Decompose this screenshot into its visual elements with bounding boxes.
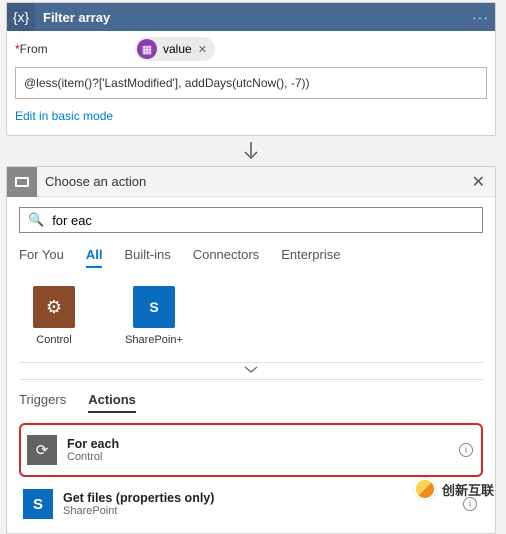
filter-array-card: {x} Filter array ··· *From ▦ value ✕ @le… [6,2,496,136]
filter-header[interactable]: {x} Filter array ··· [7,3,495,31]
tab-builtins[interactable]: Built-ins [124,247,170,268]
tab-enterprise[interactable]: Enterprise [281,247,340,268]
tab-actions[interactable]: Actions [88,392,136,413]
search-input[interactable] [52,213,474,228]
from-label: *From [15,42,135,56]
watermark-brand: 创新互联 [414,478,494,500]
sub-tabs: Triggers Actions [19,392,483,413]
action-card-icon [7,167,37,197]
filter-icon: {x} [7,3,35,31]
tab-connectors[interactable]: Connectors [193,247,259,268]
for-each-icon: ⟳ [27,435,57,465]
search-input-wrapper[interactable]: 🔍 [19,207,483,233]
chip-remove-icon[interactable]: ✕ [198,43,207,56]
connector-row: ⚙ Control S SharePoin+ [19,286,483,346]
connector-sharepoint[interactable]: S SharePoin+ [119,286,189,346]
sharepoint-action-icon: S [23,489,53,519]
control-connector-icon: ⚙ [33,286,75,328]
from-value-chip[interactable]: ▦ value ✕ [135,37,215,61]
connector-control[interactable]: ⚙ Control [19,286,89,346]
info-icon[interactable]: i [459,443,473,457]
dynamic-content-icon: ▦ [137,39,157,59]
action-for-each[interactable]: ⟳ For each Control i [23,429,479,471]
filter-body: *From ▦ value ✕ @less(item()?['LastModif… [7,31,495,135]
search-icon: 🔍 [28,212,44,228]
tab-triggers[interactable]: Triggers [19,392,66,413]
tab-all[interactable]: All [86,247,103,268]
edit-basic-mode-link[interactable]: Edit in basic mode [15,109,113,123]
action-list: ⟳ For each Control i S Get files (proper… [19,423,483,525]
filter-title: Filter array [35,10,472,25]
choose-header: Choose an action ✕ [7,167,495,197]
close-icon[interactable]: ✕ [468,172,489,192]
flow-arrow-icon [6,136,496,166]
choose-title: Choose an action [37,174,468,189]
brand-logo-icon [414,478,436,500]
expression-input[interactable]: @less(item()?['LastModified'], addDays(u… [15,67,487,99]
highlight-box: ⟳ For each Control i [19,423,483,477]
tab-for-you[interactable]: For You [19,247,64,268]
sharepoint-connector-icon: S [133,286,175,328]
more-menu-icon[interactable]: ··· [472,9,489,25]
chip-text: value [163,42,192,56]
category-tabs: For You All Built-ins Connectors Enterpr… [19,247,483,268]
expand-connectors[interactable] [19,362,483,380]
